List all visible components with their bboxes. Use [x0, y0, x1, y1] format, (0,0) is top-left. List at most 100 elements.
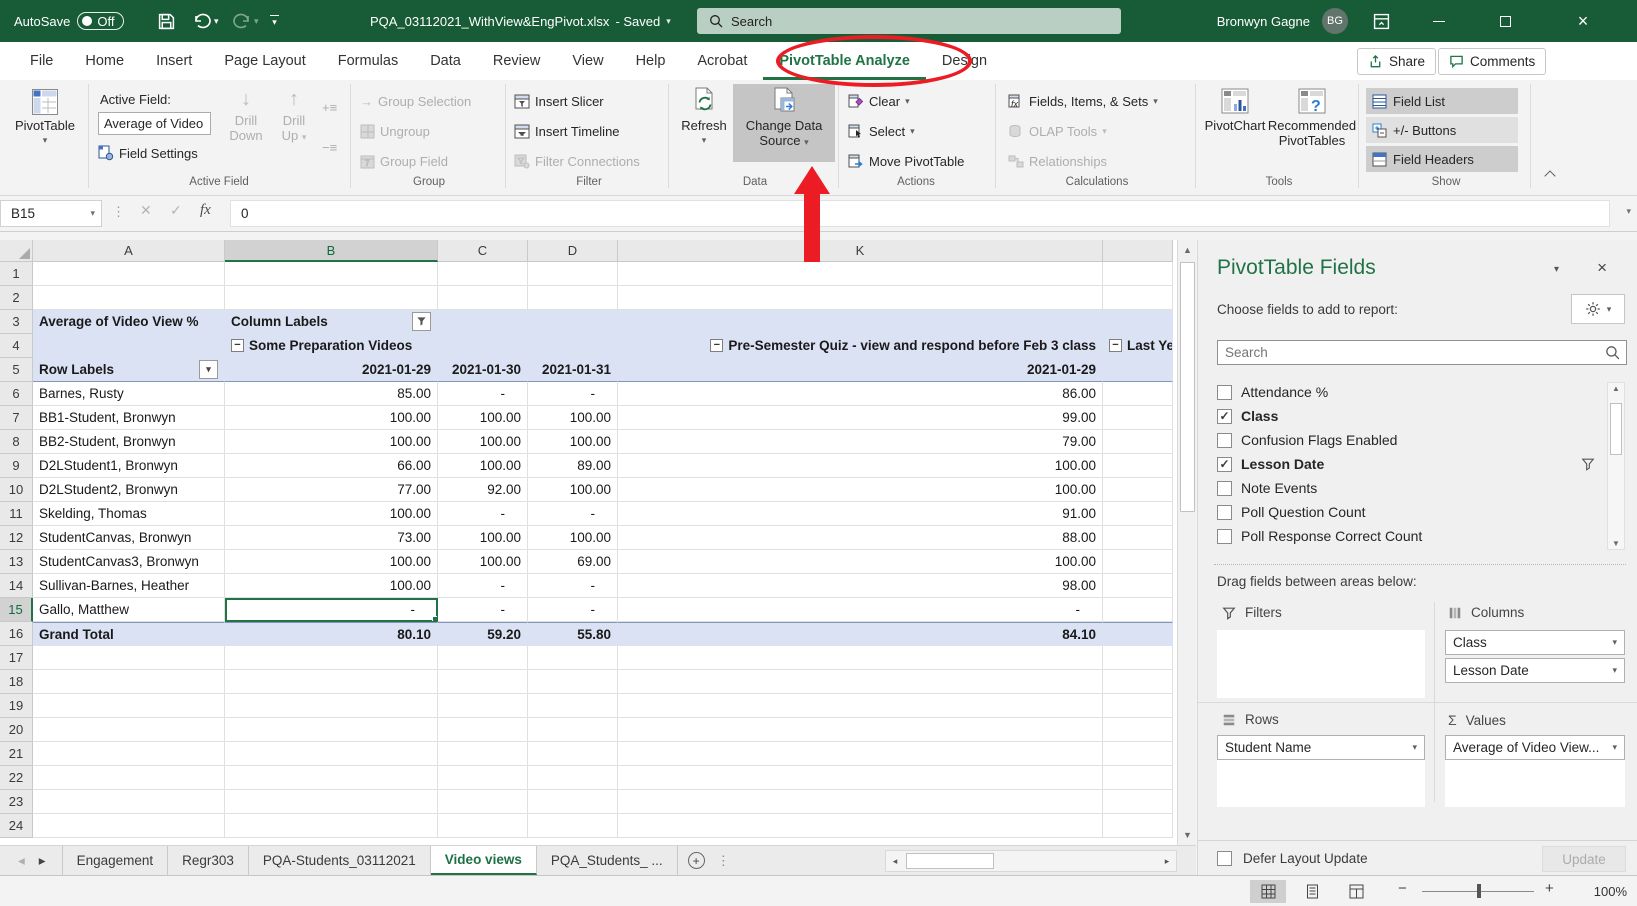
cell-K12[interactable]: 88.00 [618, 526, 1103, 550]
ribbon-tab-acrobat[interactable]: Acrobat [681, 42, 763, 80]
cell-C17[interactable] [438, 646, 528, 670]
row-header-24[interactable]: 24 [0, 814, 33, 838]
cell-A15[interactable]: Gallo, Matthew [33, 598, 225, 622]
fields-items-sets-button[interactable]: fx Fields, Items, & Sets▾ [1008, 90, 1158, 112]
avatar[interactable]: BG [1322, 8, 1348, 34]
field-list-scrollbar[interactable]: ▲ ▼ [1607, 382, 1625, 550]
share-button[interactable]: Share [1357, 48, 1436, 75]
cell-D8[interactable]: 100.00 [528, 430, 618, 454]
cell-K5[interactable]: 2021-01-29 [618, 358, 1103, 382]
sheet-tab-video-views[interactable]: Video views [431, 846, 537, 875]
cell-K20[interactable] [618, 718, 1103, 742]
row-header-4[interactable]: 4 [0, 334, 33, 358]
cell-A8[interactable]: BB2-Student, Bronwyn [33, 430, 225, 454]
cell-K14[interactable]: 98.00 [618, 574, 1103, 598]
cell-C12[interactable]: 100.00 [438, 526, 528, 550]
field-item-poll-response-correct-count[interactable]: Poll Response Correct Count [1217, 524, 1599, 548]
rows-area-box[interactable]: Student Name▾ [1217, 735, 1425, 807]
scroll-right-icon[interactable]: ▸ [1158, 851, 1176, 871]
insert-function-icon[interactable]: fx [200, 202, 211, 219]
cell-K1[interactable] [618, 262, 1103, 286]
close-button[interactable]: × [1560, 0, 1606, 42]
cell-C20[interactable] [438, 718, 528, 742]
cell-A2[interactable] [33, 286, 225, 310]
chip-dropdown-icon[interactable]: ▾ [1612, 665, 1617, 676]
cell-D11[interactable]: - [528, 502, 618, 526]
cell-L10[interactable] [1103, 478, 1173, 502]
row-header-1[interactable]: 1 [0, 262, 33, 286]
values-chip[interactable]: Average of Video View...▾ [1445, 735, 1625, 760]
redo-icon[interactable]: ▾ [232, 0, 259, 42]
cell-C15[interactable]: - [438, 598, 528, 622]
cell-A24[interactable] [33, 814, 225, 838]
refresh-button[interactable]: Refresh ▾ [678, 86, 730, 146]
field-item-confusion-flags-enabled[interactable]: Confusion Flags Enabled [1217, 428, 1599, 452]
field-item-poll-question-count[interactable]: Poll Question Count [1217, 500, 1599, 524]
select-button[interactable]: Select▾ [848, 120, 915, 142]
name-box[interactable]: B15 ▾ [0, 200, 102, 227]
cell-L7[interactable] [1103, 406, 1173, 430]
ribbon-tab-help[interactable]: Help [620, 42, 682, 80]
cell-D22[interactable] [528, 766, 618, 790]
tab-scroll-splitter[interactable]: ⋮ [717, 846, 731, 875]
sheet-nav-right-icon[interactable]: ▸ [39, 853, 46, 869]
expand-field-icon[interactable]: +≡ [322, 96, 337, 118]
field-checkbox[interactable] [1217, 505, 1232, 520]
cell-K22[interactable] [618, 766, 1103, 790]
cell-L9[interactable] [1103, 454, 1173, 478]
cell-B24[interactable] [225, 814, 438, 838]
fields-search-input[interactable]: Search [1217, 340, 1627, 365]
enter-icon[interactable]: ✓ [170, 202, 182, 219]
insert-slicer-button[interactable]: Insert Slicer [514, 90, 604, 112]
cell-K13[interactable]: 100.00 [618, 550, 1103, 574]
cell-L24[interactable] [1103, 814, 1173, 838]
row-header-6[interactable]: 6 [0, 382, 33, 406]
select-all-corner[interactable] [0, 240, 33, 262]
cell-B22[interactable] [225, 766, 438, 790]
filter-connections-button[interactable]: Filter Connections [514, 150, 640, 172]
field-settings-button[interactable]: Field Settings [98, 142, 198, 164]
recommended-pivottables-button[interactable]: ? RecommendedPivotTables [1268, 86, 1356, 148]
chip-dropdown-icon[interactable]: ▾ [1612, 742, 1617, 753]
cell-L16[interactable] [1103, 622, 1173, 646]
field-list-toggle[interactable]: Field List [1366, 88, 1518, 114]
zoom-out-icon[interactable]: − [1398, 880, 1407, 897]
cell-B1[interactable] [225, 262, 438, 286]
rows-chip[interactable]: Student Name▾ [1217, 735, 1425, 760]
column-header-D[interactable]: D [528, 240, 618, 262]
cell-K17[interactable] [618, 646, 1103, 670]
values-area-box[interactable]: Average of Video View...▾ [1445, 735, 1625, 807]
ribbon-tab-view[interactable]: View [556, 42, 619, 80]
cell-A10[interactable]: D2LStudent2, Bronwyn [33, 478, 225, 502]
change-data-source-button[interactable]: Change DataSource ▾ [733, 84, 835, 162]
list-scroll-thumb[interactable] [1610, 403, 1622, 455]
cell-B12[interactable]: 73.00 [225, 526, 438, 550]
cell-D19[interactable] [528, 694, 618, 718]
field-checkbox[interactable] [1217, 529, 1232, 544]
cell-B4[interactable]: −Some Preparation Videos [225, 334, 438, 358]
cell-K10[interactable]: 100.00 [618, 478, 1103, 502]
cell-K21[interactable] [618, 742, 1103, 766]
row-header-7[interactable]: 7 [0, 406, 33, 430]
cell-C7[interactable]: 100.00 [438, 406, 528, 430]
cell-C11[interactable]: - [438, 502, 528, 526]
cell-A22[interactable] [33, 766, 225, 790]
cell-A19[interactable] [33, 694, 225, 718]
formula-bar-splitter[interactable]: ⋮ [112, 204, 125, 220]
cell-A17[interactable] [33, 646, 225, 670]
pane-close-icon[interactable]: × [1597, 258, 1607, 278]
list-scroll-down-icon[interactable]: ▼ [1608, 539, 1624, 548]
cell-D10[interactable]: 100.00 [528, 478, 618, 502]
cell-K4[interactable]: −Pre-Semester Quiz - view and respond be… [618, 334, 1103, 358]
sheet-tab-pqa-students-[interactable]: PQA_Students_ ... [537, 846, 678, 875]
cell-B15[interactable]: - [225, 598, 438, 622]
cell-L12[interactable] [1103, 526, 1173, 550]
row-header-13[interactable]: 13 [0, 550, 33, 574]
field-checkbox[interactable] [1217, 385, 1232, 400]
cell-B18[interactable] [225, 670, 438, 694]
cell-L20[interactable] [1103, 718, 1173, 742]
cell-L23[interactable] [1103, 790, 1173, 814]
cell-D14[interactable]: - [528, 574, 618, 598]
move-pivottable-button[interactable]: Move PivotTable [848, 150, 964, 172]
cancel-icon[interactable]: ✕ [140, 202, 152, 219]
